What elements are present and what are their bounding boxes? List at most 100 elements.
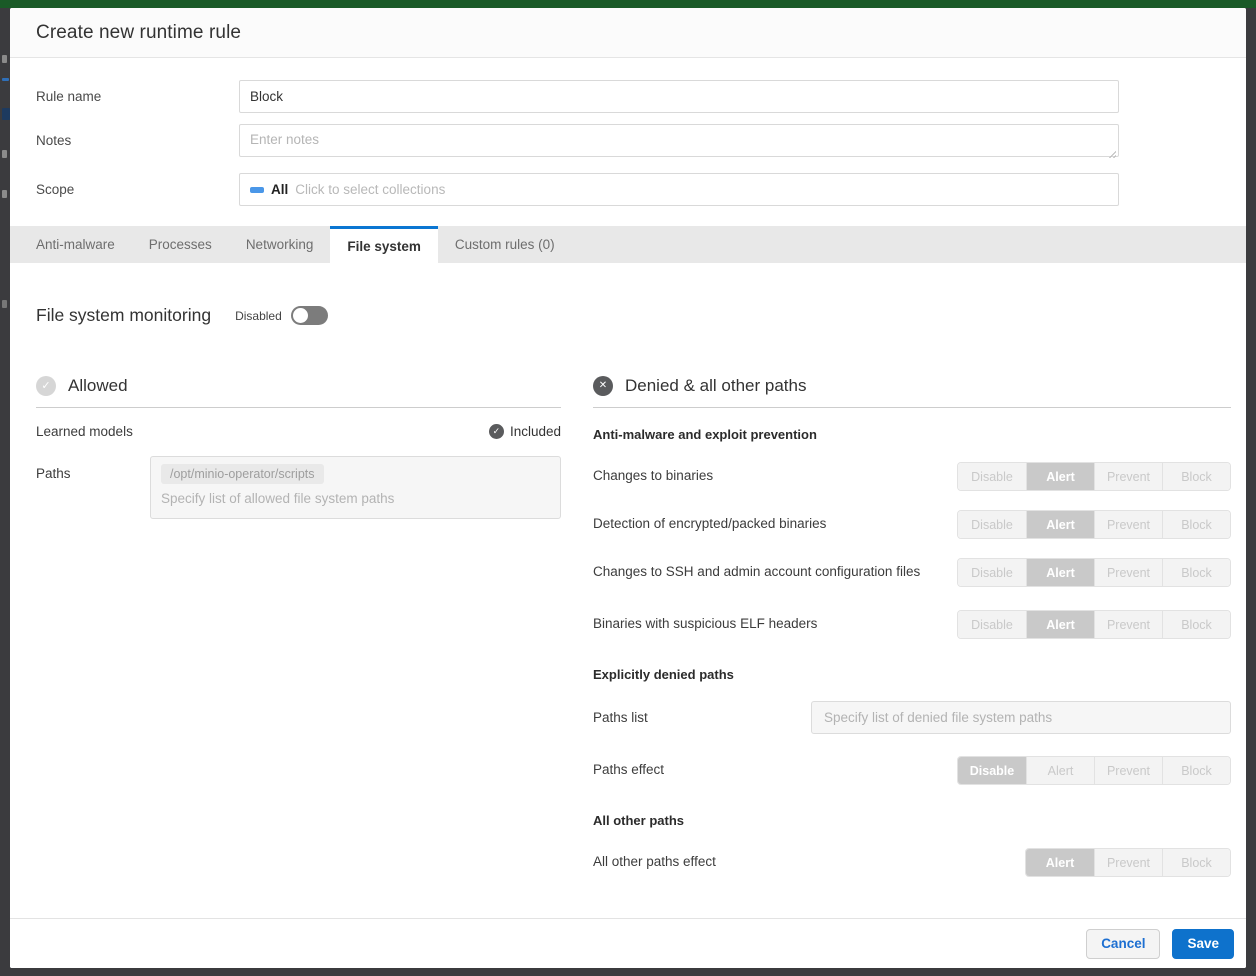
encrypted-binaries-row: Detection of encrypted/packed binaries D… (593, 510, 1231, 539)
allowed-section: ✓ Allowed Learned models ✓ Included Path… (36, 376, 561, 877)
notes-input[interactable] (239, 124, 1119, 157)
included-label: Included (510, 424, 561, 439)
denied-section-header: ✕ Denied & all other paths (593, 376, 1231, 408)
effect-disable-button[interactable]: Disable (958, 757, 1026, 784)
denied-section: ✕ Denied & all other paths Anti-malware … (593, 376, 1231, 877)
allowed-paths-row: Paths /opt/minio-operator/scripts Specif… (36, 456, 561, 519)
effect-block-button[interactable]: Block (1162, 849, 1230, 876)
ssh-admin-config-label: Changes to SSH and admin account configu… (593, 562, 920, 583)
effect-prevent-button[interactable]: Prevent (1094, 559, 1162, 586)
effect-block-button[interactable]: Block (1162, 611, 1230, 638)
notes-row: Notes (36, 124, 1246, 162)
cancel-button[interactable]: Cancel (1086, 929, 1160, 959)
background-page-fragment (2, 150, 7, 158)
effect-disable-button[interactable]: Disable (958, 611, 1026, 638)
suspicious-elf-headers-row: Binaries with suspicious ELF headers Dis… (593, 610, 1231, 639)
denied-section-title: Denied & all other paths (625, 376, 806, 396)
all-other-paths-effect-label: All other paths effect (593, 852, 716, 873)
background-page-fragment (2, 300, 7, 308)
save-button[interactable]: Save (1172, 929, 1234, 959)
tab-networking[interactable]: Networking (229, 226, 331, 263)
file-system-monitoring-header: File system monitoring Disabled (36, 305, 1246, 326)
included-check-icon: ✓ (489, 424, 504, 439)
all-other-paths-effect-group: Alert Prevent Block (1025, 848, 1231, 877)
effect-block-button[interactable]: Block (1162, 463, 1230, 490)
all-other-paths-effect-row: All other paths effect Alert Prevent Blo… (593, 848, 1231, 877)
learned-models-label: Learned models (36, 424, 133, 439)
tab-processes[interactable]: Processes (132, 226, 229, 263)
allowed-paths-placeholder: Specify list of allowed file system path… (161, 491, 550, 506)
background-page-fragment (2, 78, 9, 81)
scope-collections-picker[interactable]: All Click to select collections (239, 173, 1119, 206)
denied-paths-list-input[interactable] (811, 701, 1231, 734)
denied-paths-list-label: Paths list (593, 710, 811, 725)
rule-tabs: Anti-malware Processes Networking File s… (10, 226, 1246, 263)
tab-anti-malware[interactable]: Anti-malware (19, 226, 132, 263)
allowed-section-header: ✓ Allowed (36, 376, 561, 408)
encrypted-binaries-label: Detection of encrypted/packed binaries (593, 514, 826, 535)
allowed-paths-input[interactable]: /opt/minio-operator/scripts Specify list… (150, 456, 561, 519)
rule-name-label: Rule name (36, 89, 239, 104)
effect-disable-button[interactable]: Disable (958, 511, 1026, 538)
changes-to-binaries-effect-group: Disable Alert Prevent Block (957, 462, 1231, 491)
explicitly-denied-subheading: Explicitly denied paths (593, 667, 1231, 682)
scope-row: Scope All Click to select collections (36, 173, 1246, 206)
effect-prevent-button[interactable]: Prevent (1094, 463, 1162, 490)
denied-paths-list-row: Paths list (593, 701, 1231, 734)
effect-block-button[interactable]: Block (1162, 511, 1230, 538)
effect-prevent-button[interactable]: Prevent (1094, 611, 1162, 638)
anti-malware-subheading: Anti-malware and exploit prevention (593, 427, 1231, 442)
background-page-fragment (2, 190, 7, 198)
ssh-admin-config-effect-group: Disable Alert Prevent Block (957, 558, 1231, 587)
denied-paths-effect-group: Disable Alert Prevent Block (957, 756, 1231, 785)
toggle-knob-icon (293, 308, 308, 323)
effect-prevent-button[interactable]: Prevent (1094, 849, 1162, 876)
encrypted-binaries-effect-group: Disable Alert Prevent Block (957, 510, 1231, 539)
effect-disable-button[interactable]: Disable (958, 559, 1026, 586)
effect-alert-button[interactable]: Alert (1026, 611, 1094, 638)
ssh-admin-config-row: Changes to SSH and admin account configu… (593, 558, 1231, 587)
scope-selected-collection: All (271, 182, 288, 197)
suspicious-elf-effect-group: Disable Alert Prevent Block (957, 610, 1231, 639)
effect-alert-button[interactable]: Alert (1026, 849, 1094, 876)
dialog-body: Rule name Notes Scope All Click to se (10, 58, 1246, 918)
learned-models-row: Learned models ✓ Included (36, 424, 561, 439)
effect-prevent-button[interactable]: Prevent (1094, 511, 1162, 538)
allowed-path-chip: /opt/minio-operator/scripts (161, 464, 324, 484)
denied-paths-effect-row: Paths effect Disable Alert Prevent Block (593, 756, 1231, 785)
changes-to-binaries-label: Changes to binaries (593, 466, 713, 487)
dialog-title: Create new runtime rule (36, 22, 241, 44)
effect-alert-button[interactable]: Alert (1026, 463, 1094, 490)
effect-alert-button[interactable]: Alert (1026, 559, 1094, 586)
learned-models-status: ✓ Included (489, 424, 561, 439)
app-background: Create new runtime rule Rule name Notes … (0, 0, 1256, 976)
file-system-monitoring-title: File system monitoring (36, 305, 211, 326)
background-top-bar (0, 0, 1256, 8)
create-runtime-rule-dialog: Create new runtime rule Rule name Notes … (10, 8, 1246, 968)
allowed-check-icon: ✓ (36, 376, 56, 396)
rule-meta-form: Rule name Notes Scope All Click to se (10, 58, 1246, 206)
tab-file-system[interactable]: File system (330, 226, 438, 263)
effect-alert-button[interactable]: Alert (1026, 757, 1094, 784)
allowed-paths-label: Paths (36, 456, 150, 481)
rule-name-row: Rule name (36, 80, 1246, 113)
background-page-fragment (2, 108, 10, 120)
effect-prevent-button[interactable]: Prevent (1094, 757, 1162, 784)
changes-to-binaries-row: Changes to binaries Disable Alert Preven… (593, 462, 1231, 491)
scope-label: Scope (36, 182, 239, 197)
denied-cross-icon: ✕ (593, 376, 613, 396)
denied-paths-effect-label: Paths effect (593, 760, 664, 781)
background-page-fragment (2, 55, 7, 63)
dialog-footer: Cancel Save (10, 918, 1246, 968)
dialog-header: Create new runtime rule (10, 8, 1246, 58)
effect-block-button[interactable]: Block (1162, 757, 1230, 784)
effect-disable-button[interactable]: Disable (958, 463, 1026, 490)
rule-name-input[interactable] (239, 80, 1119, 113)
allowed-section-title: Allowed (68, 376, 128, 396)
monitoring-state-label: Disabled (235, 309, 282, 323)
file-system-monitoring-toggle[interactable] (291, 306, 328, 325)
effect-block-button[interactable]: Block (1162, 559, 1230, 586)
all-other-paths-subheading: All other paths (593, 813, 1231, 828)
effect-alert-button[interactable]: Alert (1026, 511, 1094, 538)
tab-custom-rules[interactable]: Custom rules (0) (438, 226, 572, 263)
